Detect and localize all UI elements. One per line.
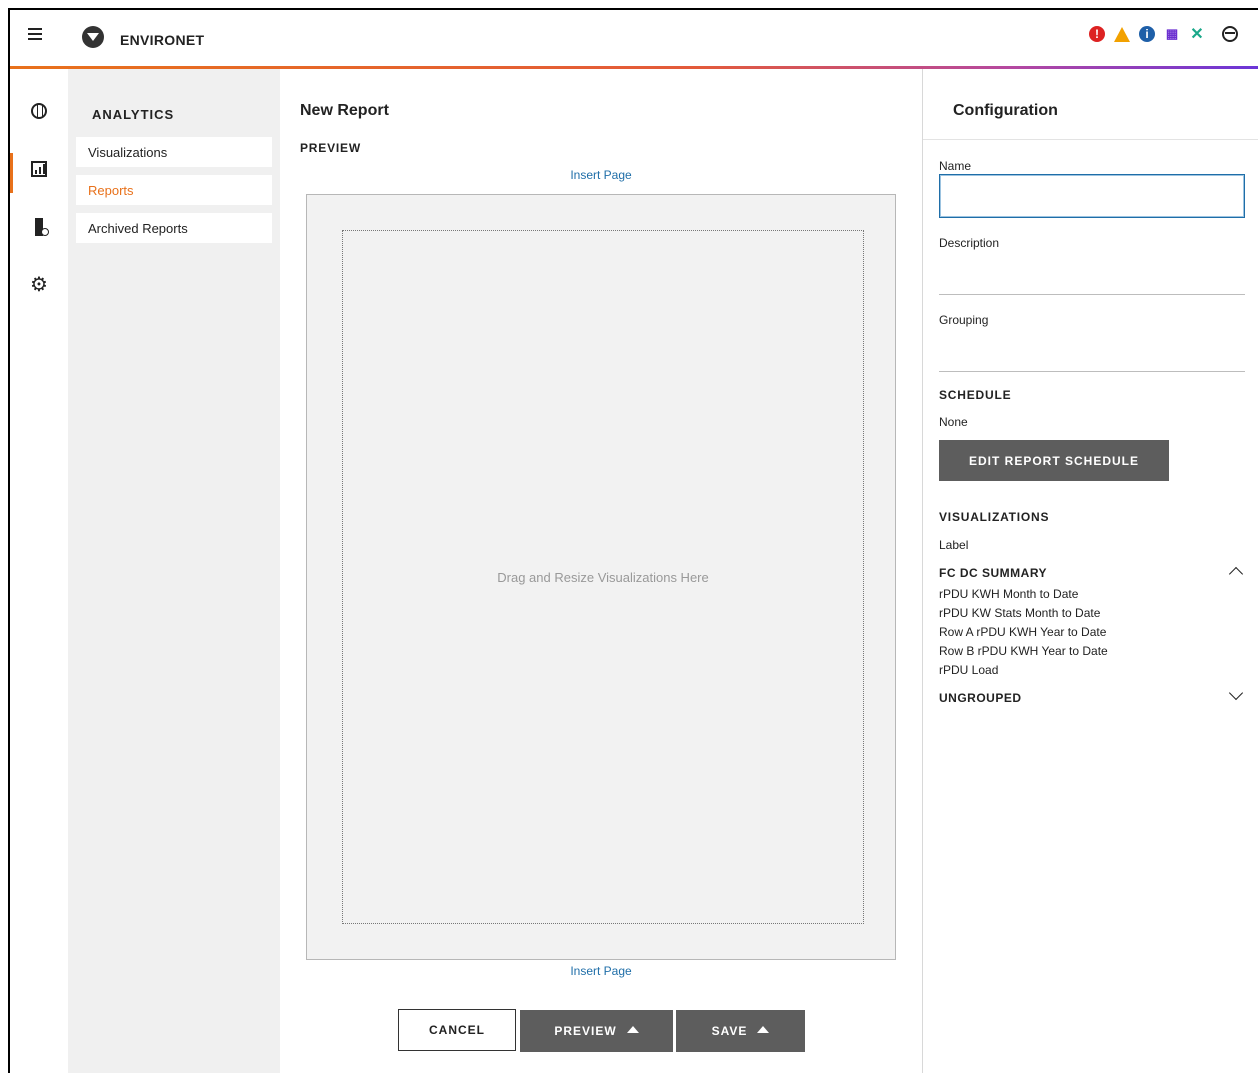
- caret-up-icon: [757, 1025, 770, 1033]
- alarm-critical-icon[interactable]: !: [1089, 26, 1105, 42]
- icon-rail: ⚙: [10, 69, 68, 1073]
- rail-item-settings[interactable]: ⚙: [10, 263, 68, 307]
- list-item[interactable]: rPDU Load: [939, 661, 1108, 680]
- visualization-list: rPDU KWH Month to Date rPDU KW Stats Mon…: [939, 585, 1108, 680]
- user-icon[interactable]: [1222, 26, 1238, 42]
- preview-label: PREVIEW: [300, 141, 361, 155]
- analytics-sidebar: ANALYTICS Visualizations Reports Archive…: [68, 69, 280, 1073]
- warning-icon[interactable]: [1114, 26, 1130, 42]
- edit-report-schedule-label: EDIT REPORT SCHEDULE: [968, 453, 1139, 468]
- schedule-value: None: [939, 415, 968, 429]
- grouping-label: Grouping: [939, 313, 989, 327]
- rail-item-globe[interactable]: [10, 89, 68, 133]
- save-button[interactable]: SAVE: [676, 1010, 805, 1052]
- insert-page-bottom-link[interactable]: Insert Page: [541, 964, 661, 978]
- configuration-panel: Configuration Name Description Grouping …: [922, 69, 1258, 1073]
- name-label: Name: [939, 159, 972, 173]
- caret-up-icon: [626, 1025, 639, 1033]
- hamburger-menu-icon[interactable]: [28, 28, 42, 40]
- list-item[interactable]: rPDU KW Stats Month to Date: [939, 604, 1108, 623]
- sidebar-heading: ANALYTICS: [92, 107, 175, 122]
- sidebar-item-visualizations[interactable]: Visualizations: [76, 137, 272, 167]
- sidebar-item-archived-reports[interactable]: Archived Reports: [76, 213, 272, 243]
- schedule-heading: SCHEDULE: [939, 388, 1012, 402]
- status-icons: ! i ▦ ✕: [1089, 26, 1238, 43]
- list-item[interactable]: rPDU KWH Month to Date: [939, 585, 1108, 604]
- info-icon[interactable]: i: [1139, 26, 1155, 42]
- chevron-down-icon[interactable]: [1228, 685, 1244, 701]
- globe-icon: [31, 103, 47, 119]
- dropzone-hint: Drag and Resize Visualizations Here: [497, 569, 709, 585]
- report-editor: New Report PREVIEW Insert Page Drag and …: [280, 69, 922, 1073]
- group-name: FC DC SUMMARY: [939, 566, 1048, 580]
- insert-page-top-link[interactable]: Insert Page: [541, 168, 661, 182]
- network-icon[interactable]: ▦: [1164, 26, 1180, 42]
- server-icon: [35, 218, 49, 236]
- save-button-label: SAVE: [711, 1024, 748, 1038]
- analytics-chart-icon: [31, 161, 47, 177]
- group-header-fc-dc-summary[interactable]: FC DC SUMMARY: [939, 566, 1245, 582]
- name-input[interactable]: [939, 174, 1245, 218]
- preview-button[interactable]: PREVIEW: [520, 1010, 673, 1052]
- top-bar: ENVIRONET ! i ▦ ✕: [10, 10, 1258, 66]
- cancel-button[interactable]: CANCEL: [398, 1009, 516, 1051]
- description-input[interactable]: [939, 259, 1245, 295]
- label-caption: Label: [939, 538, 969, 552]
- chevron-up-icon[interactable]: [1228, 566, 1244, 582]
- configuration-title: Configuration: [953, 102, 1058, 119]
- group-header-ungrouped[interactable]: UNGROUPED: [939, 685, 1245, 705]
- visualization-dropzone[interactable]: Drag and Resize Visualizations Here: [342, 230, 864, 924]
- app-title: ENVIRONET: [120, 32, 205, 48]
- app-window: ENVIRONET ! i ▦ ✕ ⚙ ANALYTICS Visualizat…: [8, 8, 1258, 1073]
- report-page-canvas: Drag and Resize Visualizations Here: [306, 194, 896, 960]
- group-name: UNGROUPED: [939, 691, 1022, 705]
- vertiv-logo: [82, 26, 104, 48]
- tools-icon[interactable]: ✕: [1189, 26, 1205, 43]
- description-label: Description: [939, 236, 1000, 250]
- cancel-button-label: CANCEL: [429, 1023, 485, 1037]
- page-title: New Report: [300, 102, 389, 119]
- gear-icon: ⚙: [30, 274, 48, 296]
- list-item[interactable]: Row B rPDU KWH Year to Date: [939, 642, 1108, 661]
- list-item[interactable]: Row A rPDU KWH Year to Date: [939, 623, 1108, 642]
- visualizations-heading: VISUALIZATIONS: [939, 510, 1050, 524]
- sidebar-item-reports[interactable]: Reports: [76, 175, 272, 205]
- edit-report-schedule-button[interactable]: EDIT REPORT SCHEDULE: [939, 440, 1169, 481]
- preview-button-label: PREVIEW: [554, 1024, 617, 1038]
- rail-item-analytics[interactable]: [10, 147, 68, 193]
- grouping-input[interactable]: [939, 336, 1245, 372]
- divider: [923, 139, 1258, 140]
- rail-item-server[interactable]: [10, 205, 68, 249]
